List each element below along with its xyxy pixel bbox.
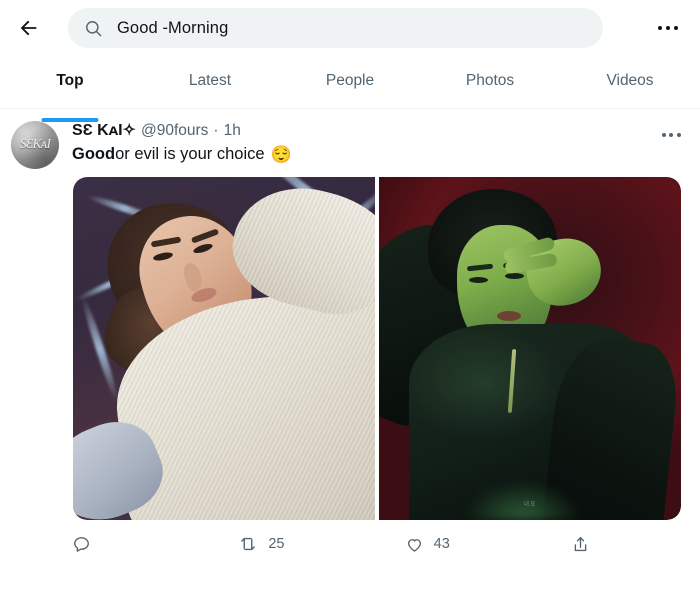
reply-icon [74, 536, 89, 552]
more-horizontal-icon [661, 133, 681, 137]
subject-eye [505, 273, 524, 279]
top-bar-more-button[interactable] [650, 10, 686, 46]
search-icon [84, 19, 103, 38]
tweet-image-right[interactable]: 대표 [379, 177, 681, 520]
tweet-media-grid: 대표 [73, 177, 681, 520]
tab-videos[interactable]: Videos [560, 56, 700, 108]
tab-latest[interactable]: Latest [140, 56, 280, 108]
like-button[interactable]: 43 [405, 535, 571, 554]
reply-button[interactable] [72, 535, 238, 554]
search-results-screen: Good -Morning Top Latest People Photos V… [0, 0, 700, 602]
avatar-column: SƐKᴀI [0, 119, 72, 520]
more-horizontal-icon [657, 25, 679, 31]
retweet-icon [241, 537, 256, 551]
tweet-text-rest: or evil is your choice [115, 145, 265, 163]
tweet-header: SƐ KᴀI✧ @90fours · 1h [72, 121, 684, 141]
tab-top-label: Top [56, 72, 84, 89]
tab-people[interactable]: People [280, 56, 420, 108]
tweet-image-left[interactable] [73, 177, 375, 520]
tweet-action-bar: 25 43 [0, 520, 700, 568]
back-arrow-icon [20, 20, 37, 36]
search-tabs: Top Latest People Photos Videos [0, 56, 700, 122]
tweet[interactable]: SƐKᴀI SƐ KᴀI✧ @90fours · 1h Good or evil… [0, 109, 700, 520]
share-icon [574, 536, 587, 551]
like-count: 43 [433, 536, 450, 552]
tab-people-label: People [325, 72, 375, 89]
timestamp[interactable]: 1h [224, 121, 241, 141]
share-button[interactable] [571, 535, 600, 554]
tab-photos[interactable]: Photos [420, 56, 560, 108]
retweet-button[interactable]: 25 [238, 534, 404, 554]
tweet-text: Good or evil is your choice 😌 [72, 144, 684, 165]
tab-videos-label: Videos [606, 72, 654, 89]
tweet-body: SƐ KᴀI✧ @90fours · 1h Good or evil is yo… [72, 119, 684, 520]
relieved-face-emoji: 😌 [270, 145, 292, 164]
display-name[interactable]: SƐ KᴀI✧ [72, 121, 136, 141]
separator-dot: · [213, 122, 219, 139]
tab-latest-label: Latest [188, 72, 232, 89]
avatar[interactable]: SƐKᴀI [11, 121, 59, 169]
subject-eye [469, 277, 488, 283]
top-bar: Good -Morning [0, 0, 700, 56]
subject-lips [497, 311, 521, 321]
user-handle[interactable]: @90fours [141, 121, 208, 141]
search-bar[interactable]: Good -Morning [68, 8, 603, 48]
tweet-text-highlight: Good [72, 145, 116, 163]
retweet-count: 25 [268, 536, 285, 552]
tab-top[interactable]: Top [0, 56, 140, 122]
back-button[interactable] [10, 9, 48, 47]
heart-icon [407, 538, 421, 552]
tweet-more-button[interactable] [656, 123, 686, 147]
search-input[interactable]: Good -Morning [117, 19, 228, 38]
image-caption: 대표 [523, 502, 537, 508]
avatar-monogram: SƐKᴀI [19, 137, 51, 152]
tab-photos-label: Photos [465, 72, 515, 89]
